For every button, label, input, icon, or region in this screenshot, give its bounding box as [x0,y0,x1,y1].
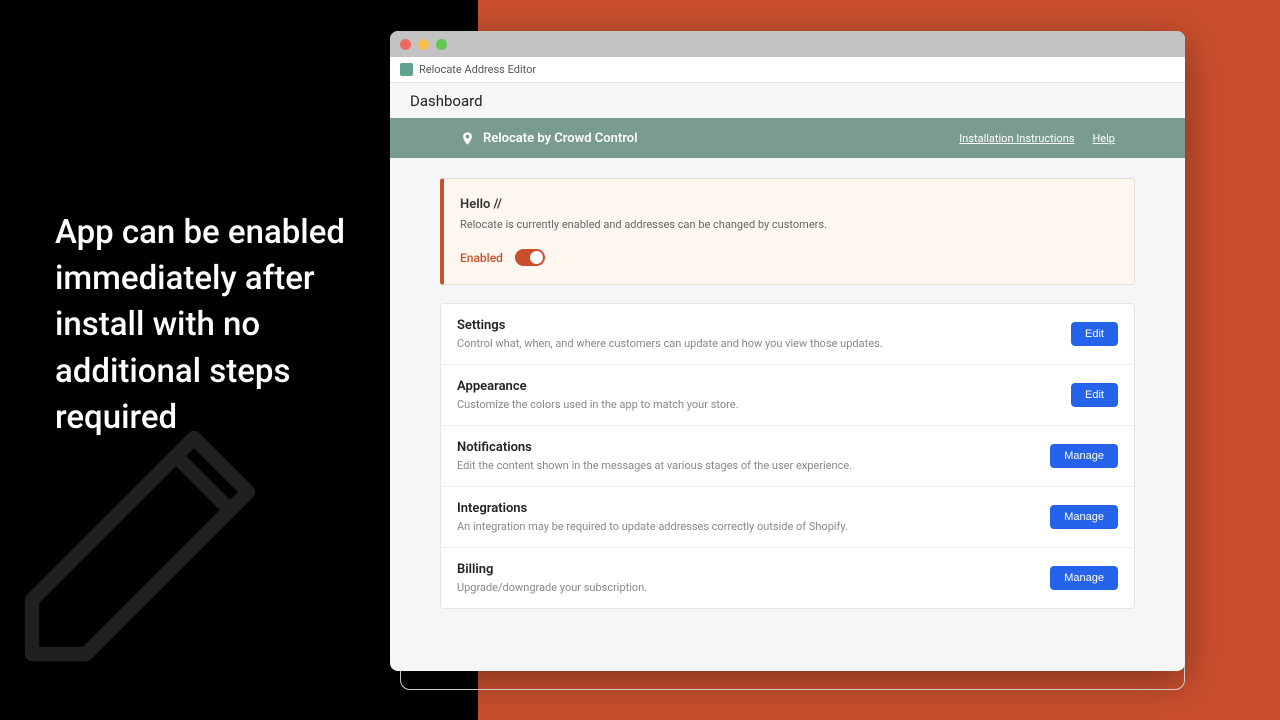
section-settings: Settings Control what, when, and where c… [441,304,1134,365]
minimize-icon[interactable] [418,39,429,50]
section-desc: Upgrade/downgrade your subscription. [457,581,1050,594]
app-window: Relocate Address Editor Dashboard Reloca… [390,31,1185,671]
status-greeting: Hello // [460,197,1116,212]
close-icon[interactable] [400,39,411,50]
section-title: Notifications [457,440,1050,455]
section-billing: Billing Upgrade/downgrade your subscript… [441,548,1134,608]
section-desc: An integration may be required to update… [457,520,1050,533]
status-description: Relocate is currently enabled and addres… [460,218,1116,231]
section-desc: Customize the colors used in the app to … [457,398,1071,411]
section-desc: Edit the content shown in the messages a… [457,459,1050,472]
billing-manage-button[interactable]: Manage [1050,566,1118,590]
integrations-manage-button[interactable]: Manage [1050,505,1118,529]
dashboard-content: Hello // Relocate is currently enabled a… [390,158,1185,629]
status-card: Hello // Relocate is currently enabled a… [440,178,1135,285]
section-title: Settings [457,318,1071,333]
window-titlebar [390,31,1185,57]
section-desc: Control what, when, and where customers … [457,337,1071,350]
settings-edit-button[interactable]: Edit [1071,322,1118,346]
section-notifications: Notifications Edit the content shown in … [441,426,1134,487]
help-link[interactable]: Help [1092,132,1115,145]
relocate-pin-icon [460,131,475,146]
section-title: Billing [457,562,1050,577]
section-integrations: Integrations An integration may be requi… [441,487,1134,548]
section-title: Integrations [457,501,1050,516]
app-toolbar: Relocate Address Editor [390,57,1185,83]
brand-title: Relocate by Crowd Control [483,131,638,146]
app-name-label: Relocate Address Editor [419,63,536,76]
notifications-manage-button[interactable]: Manage [1050,444,1118,468]
page-header: Dashboard [390,83,1185,118]
enabled-label: Enabled [460,251,503,265]
settings-card: Settings Control what, when, and where c… [440,303,1135,609]
appearance-edit-button[interactable]: Edit [1071,383,1118,407]
app-logo-icon [400,63,413,76]
section-appearance: Appearance Customize the colors used in … [441,365,1134,426]
enabled-toggle[interactable] [515,249,545,266]
promo-headline: App can be enabled immediately after ins… [55,210,395,441]
maximize-icon[interactable] [436,39,447,50]
page-title: Dashboard [410,92,483,110]
brand-bar: Relocate by Crowd Control Installation I… [390,118,1185,158]
installation-instructions-link[interactable]: Installation Instructions [959,132,1074,145]
section-title: Appearance [457,379,1071,394]
